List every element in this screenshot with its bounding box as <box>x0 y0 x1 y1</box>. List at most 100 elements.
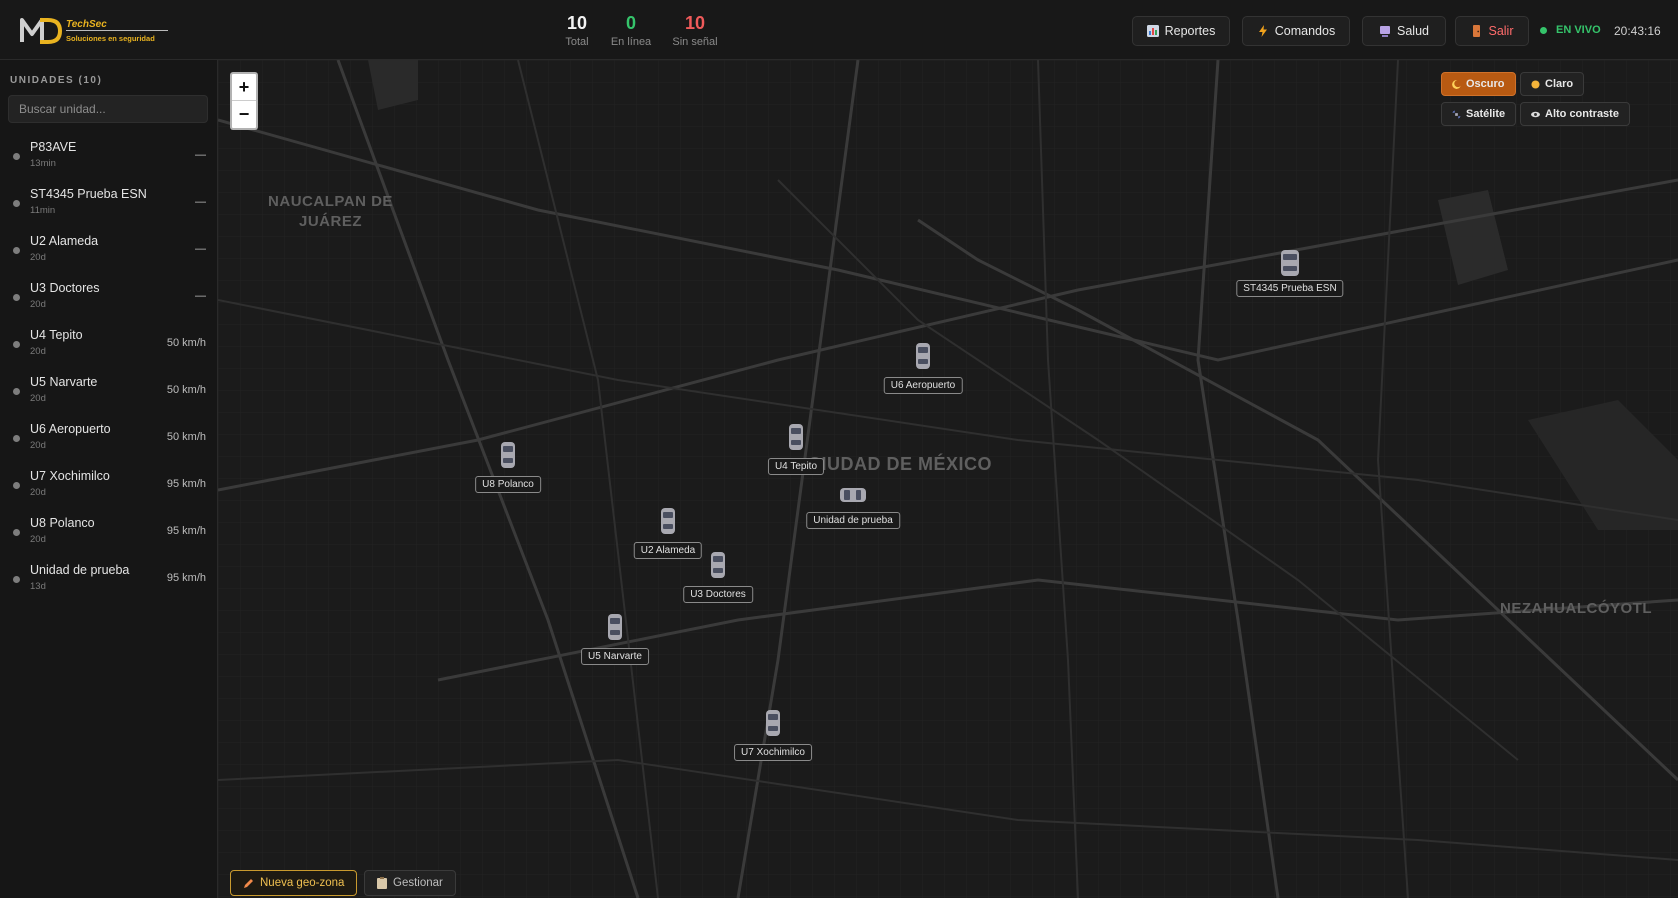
layer-oscuro-label: Oscuro <box>1466 78 1505 90</box>
unit-name: U6 Aeropuerto <box>30 422 111 436</box>
reportes-label: Reportes <box>1164 24 1216 38</box>
unit-speed: 95 km/h <box>166 525 206 537</box>
vehicle-marker-u5[interactable]: U5 Narvarte <box>570 612 660 672</box>
vehicle-label[interactable]: U6 Aeropuerto <box>883 377 963 394</box>
app-root: TechSec Soluciones en seguridad 10 Total… <box>0 0 1678 898</box>
comandos-button[interactable]: Comandos <box>1242 16 1350 46</box>
vehicle-label[interactable]: U5 Narvarte <box>581 648 649 665</box>
status-dot <box>13 294 20 301</box>
vehicle-marker-u4[interactable]: U4 Tepito <box>746 422 846 482</box>
unit-list: P83AVE 13min — ST4345 Prueba ESN 11min — U2 … <box>0 132 218 602</box>
layer-satelite-button[interactable]: Satélite <box>1441 102 1517 126</box>
vehicle-icon <box>661 508 675 534</box>
vehicle-icon <box>1281 250 1299 276</box>
manage-geozones-button[interactable]: Gestionar <box>364 870 456 896</box>
vehicle-icon <box>916 343 930 369</box>
status-dot <box>13 200 20 207</box>
unit-list-item[interactable]: Unidad de prueba 13d 95 km/h <box>0 555 218 602</box>
units-sidebar: UNIDADES (10) P83AVE 13min — ST4345 Prueba… <box>0 60 218 898</box>
unit-speed: 50 km/h <box>166 431 206 443</box>
sun-icon <box>1531 79 1540 89</box>
unit-list-item[interactable]: P83AVE 13min — <box>0 132 218 179</box>
salir-button[interactable]: Salir <box>1455 16 1529 46</box>
unit-name: U3 Doctores <box>30 281 100 295</box>
unit-list-item[interactable]: U8 Polanco 20d 95 km/h <box>0 508 218 555</box>
vehicle-label[interactable]: U8 Polanco <box>475 476 541 493</box>
new-geozone-label: Nueva geo-zona <box>260 877 345 889</box>
units-title: UNIDADES (10) <box>10 75 103 86</box>
unit-speed: — <box>195 290 206 302</box>
unit-last-seen: 20d <box>30 299 46 310</box>
stat-offline-label: Sin señal <box>672 36 718 48</box>
vehicle-icon <box>766 710 780 736</box>
status-dot <box>13 529 20 536</box>
brand-tagline: Soluciones en seguridad <box>66 34 155 43</box>
moon-icon <box>1452 79 1461 89</box>
satellite-icon <box>1452 109 1461 119</box>
unit-speed: 50 km/h <box>166 384 206 396</box>
vehicle-marker-u7[interactable]: U7 Xochimilco <box>723 708 823 768</box>
vehicle-marker-u8[interactable]: U8 Polanco <box>463 440 553 500</box>
unit-speed: — <box>195 149 206 161</box>
unit-name: U2 Alameda <box>30 234 99 248</box>
unit-last-seen: 13d <box>30 581 46 592</box>
layer-claro-label: Claro <box>1545 78 1574 90</box>
layer-oscuro-button[interactable]: Oscuro <box>1441 72 1516 96</box>
bar-chart-icon <box>1146 25 1159 37</box>
unit-last-seen: 20d <box>30 534 46 545</box>
unit-name: U7 Xochimilco <box>30 469 110 483</box>
unit-list-item[interactable]: U5 Narvarte 20d 50 km/h <box>0 367 218 414</box>
salir-label: Salir <box>1488 24 1514 38</box>
brand-logo: TechSec Soluciones en seguridad <box>20 14 170 46</box>
unit-name: P83AVE <box>30 140 77 154</box>
unit-list-item[interactable]: U7 Xochimilco 20d 95 km/h <box>0 461 218 508</box>
vehicle-icon <box>608 614 622 640</box>
unit-name: Unidad de prueba <box>30 563 130 577</box>
reportes-button[interactable]: Reportes <box>1132 16 1230 46</box>
vehicle-label[interactable]: U4 Tepito <box>767 458 825 475</box>
vehicle-label[interactable]: Unidad de prueba <box>806 512 900 529</box>
vehicle-marker-u3[interactable]: U3 Doctores <box>668 550 768 610</box>
live-status-label: EN VIVO <box>1556 24 1601 36</box>
vehicle-marker-u6[interactable]: U6 Aeropuerto <box>873 341 973 401</box>
unit-list-item[interactable]: ST4345 Prueba ESN 11min — <box>0 179 218 226</box>
unit-name: ST4345 Prueba ESN <box>30 187 147 201</box>
brand-name: TechSec <box>66 19 107 30</box>
layer-claro-button[interactable]: Claro <box>1520 72 1585 96</box>
manage-geozones-label: Gestionar <box>393 877 443 889</box>
unit-name: U8 Polanco <box>30 516 95 530</box>
zoom-in-button[interactable]: + <box>232 74 256 101</box>
door-icon <box>1473 25 1481 37</box>
map-roads-layer <box>218 60 1678 898</box>
unit-search-input[interactable] <box>8 95 208 123</box>
zoom-out-button[interactable]: − <box>232 101 256 128</box>
clipboard-icon <box>377 877 387 889</box>
unit-list-item[interactable]: U6 Aeropuerto 20d 50 km/h <box>0 414 218 461</box>
place-label-naucalpan: NAUCALPAN DE JUÁREZ <box>268 193 393 230</box>
unit-speed: — <box>195 243 206 255</box>
layer-alto-contraste-button[interactable]: Alto contraste <box>1520 102 1630 126</box>
lightning-icon <box>1258 25 1267 37</box>
vehicle-icon <box>840 488 866 502</box>
status-dot <box>13 482 20 489</box>
map-view[interactable]: NAUCALPAN DE JUÁREZ CIUDAD DE MÉXICO NEZ… <box>218 60 1678 898</box>
vehicle-label[interactable]: ST4345 Prueba ESN <box>1236 280 1344 297</box>
vehicle-marker-unidad-prueba[interactable]: Unidad de prueba <box>798 486 908 546</box>
unit-list-item[interactable]: U4 Tepito 20d 50 km/h <box>0 320 218 367</box>
unit-last-seen: 20d <box>30 440 46 451</box>
new-geozone-button[interactable]: Nueva geo-zona <box>230 870 358 896</box>
pencil-icon <box>244 878 253 888</box>
vehicle-icon <box>789 424 803 450</box>
unit-last-seen: 20d <box>30 252 46 263</box>
unit-list-item[interactable]: U3 Doctores 20d — <box>0 273 218 320</box>
brand-divider <box>66 30 168 31</box>
unit-speed: 95 km/h <box>166 478 206 490</box>
salud-button[interactable]: Salud <box>1362 16 1446 46</box>
vehicle-marker-st4345[interactable]: ST4345 Prueba ESN <box>1230 248 1350 308</box>
vehicle-label[interactable]: U3 Doctores <box>683 586 753 603</box>
vehicle-label[interactable]: U7 Xochimilco <box>734 744 812 761</box>
eye-icon <box>1531 111 1540 117</box>
unit-last-seen: 20d <box>30 393 46 404</box>
monitor-icon <box>1380 26 1390 37</box>
unit-list-item[interactable]: U2 Alameda 20d — <box>0 226 218 273</box>
